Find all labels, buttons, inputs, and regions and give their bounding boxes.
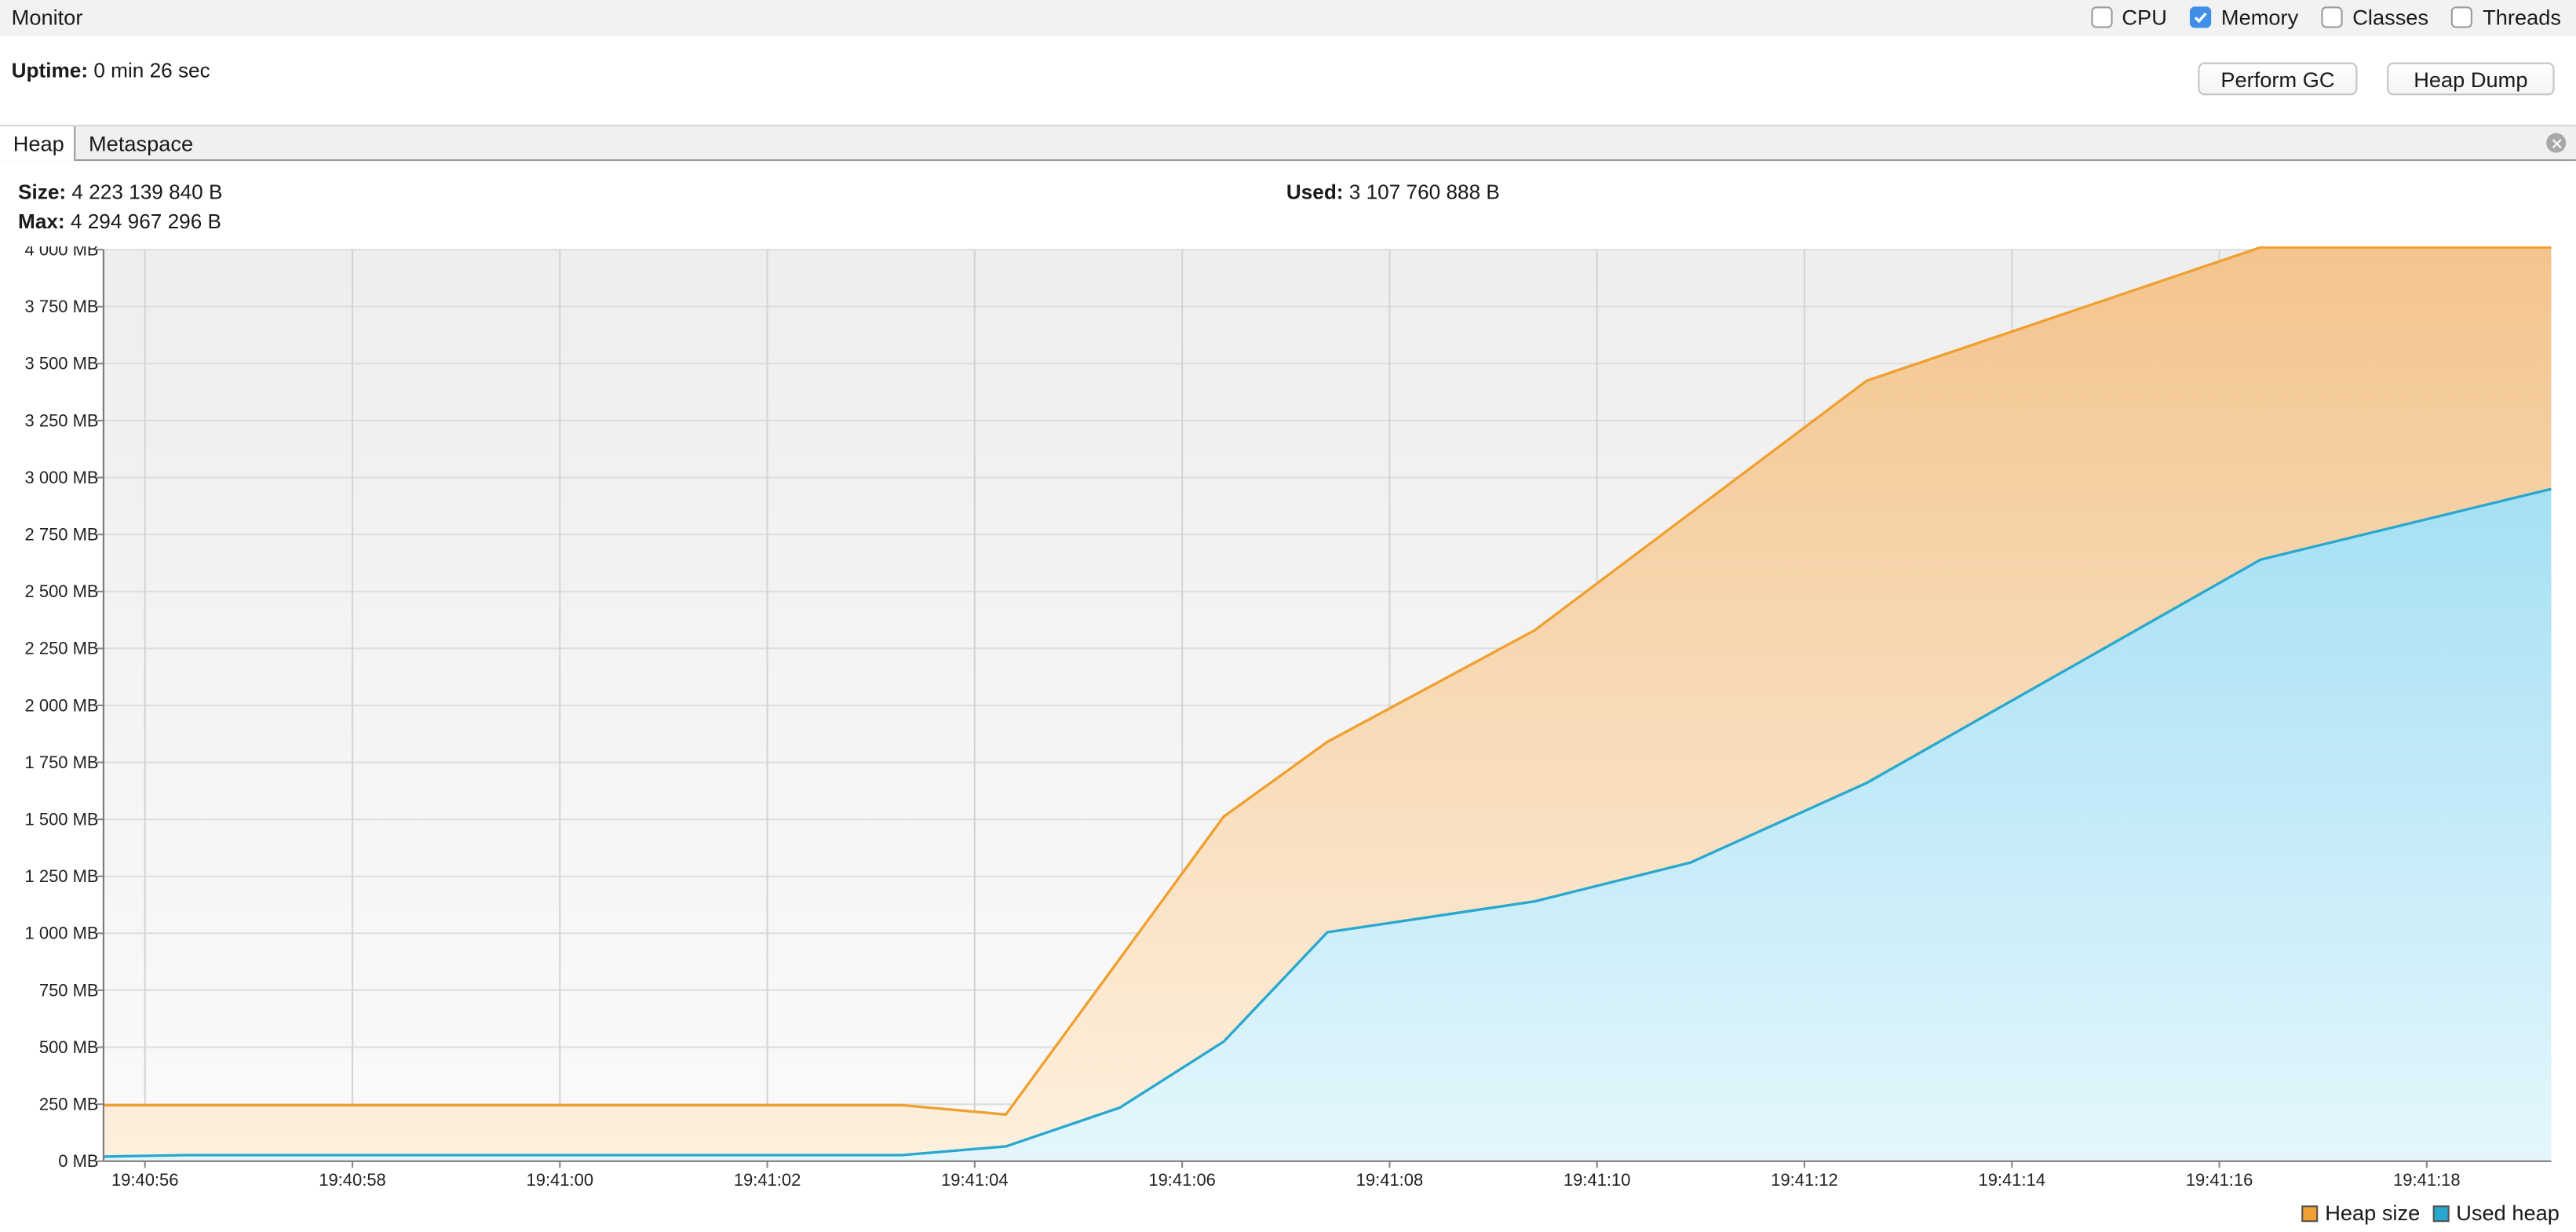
uptime: Uptime: 0 min 26 sec	[12, 59, 210, 82]
heap-dump-button[interactable]: Heap Dump	[2387, 62, 2555, 96]
size-label: Size:	[18, 180, 67, 204]
y-tick-label: 2 250 MB	[25, 639, 99, 658]
y-tick-label: 3 250 MB	[25, 410, 99, 430]
max-value: 4 294 967 296 B	[70, 210, 221, 234]
x-tick-label: 19:40:58	[319, 1170, 386, 1190]
y-tick-label: 3 750 MB	[25, 297, 99, 316]
heap-size-swatch-icon	[2301, 1205, 2319, 1222]
tab-metaspace[interactable]: Metaspace	[75, 126, 206, 161]
checkbox-box-icon[interactable]	[2451, 6, 2473, 28]
legend-used-heap: Used heap	[2432, 1200, 2560, 1226]
monitor-panel: Monitor CPU Memory Classes Threads Uptim…	[0, 0, 2576, 1232]
y-tick-label: 1 000 MB	[25, 924, 99, 943]
perform-gc-button[interactable]: Perform GC	[2198, 62, 2358, 96]
uptime-label: Uptime:	[11, 59, 89, 82]
y-tick-label: 0 MB	[58, 1151, 98, 1171]
heap-max-stat: Max: 4 294 967 296 B	[18, 210, 221, 233]
x-tick-label: 19:41:02	[734, 1170, 801, 1190]
y-tick-label: 2 750 MB	[25, 524, 99, 544]
legend-heap-size: Heap size	[2301, 1200, 2421, 1226]
x-tick-label: 19:41:10	[1563, 1170, 1631, 1190]
used-value: 3 107 760 888 B	[1348, 180, 1500, 204]
size-value: 4 223 139 840 B	[71, 180, 223, 204]
heap-chart: 0 MB 250 MB 500 MB 750 MB 1 000 MB 1 250 MB 1 …	[25, 246, 2552, 1190]
threads-checkbox[interactable]: Threads	[2451, 5, 2561, 30]
heap-used-stat: Used: 3 107 760 888 B	[1286, 180, 1500, 203]
chart-toggles: CPU Memory Classes Threads	[2090, 5, 2561, 30]
classes-checkbox[interactable]: Classes	[2321, 5, 2429, 30]
y-tick-label: 1 500 MB	[25, 809, 99, 829]
y-tick-label: 2 000 MB	[25, 695, 99, 715]
used-heap-swatch-icon	[2432, 1205, 2450, 1222]
tab-heap[interactable]: Heap	[0, 126, 76, 162]
window-title: Monitor	[11, 5, 83, 30]
max-label: Max:	[18, 210, 65, 234]
used-label: Used:	[1286, 180, 1344, 204]
close-icon[interactable]	[2546, 133, 2567, 153]
chart-legend: Heap size Used heap	[2301, 1200, 2560, 1226]
cpu-checkbox-label: CPU	[2122, 5, 2167, 30]
y-tick-label: 2 500 MB	[25, 581, 99, 601]
memory-checkbox-label: Memory	[2220, 5, 2299, 30]
y-tick-label: 250 MB	[39, 1094, 99, 1114]
title-bar: Monitor CPU Memory Classes Threads	[0, 0, 2576, 37]
y-tick-label: 4 000 MB	[25, 246, 99, 260]
y-tick-label: 750 MB	[39, 980, 99, 1000]
y-tick-label: 1 750 MB	[25, 753, 99, 772]
x-tick-label: 19:41:18	[2393, 1170, 2461, 1190]
x-tick-label: 19:41:06	[1148, 1170, 1216, 1190]
tab-bar: Heap Metaspace	[0, 125, 2576, 162]
checkbox-box-icon[interactable]	[2190, 6, 2212, 28]
x-tick-label: 19:41:14	[1979, 1170, 2046, 1190]
legend-heap-size-label: Heap size	[2325, 1200, 2421, 1226]
checkbox-box-icon[interactable]	[2090, 6, 2112, 28]
x-tick-label: 19:41:16	[2186, 1170, 2253, 1190]
x-tick-label: 19:40:56	[111, 1170, 179, 1190]
heap-size-stat: Size: 4 223 139 840 B	[18, 180, 222, 203]
x-tick-label: 19:41:08	[1356, 1170, 1424, 1190]
legend-used-heap-label: Used heap	[2456, 1200, 2560, 1226]
classes-checkbox-label: Classes	[2352, 5, 2429, 30]
threads-checkbox-label: Threads	[2483, 5, 2561, 30]
x-tick-label: 19:41:00	[527, 1170, 594, 1190]
y-tick-label: 500 MB	[39, 1037, 99, 1057]
cpu-checkbox[interactable]: CPU	[2090, 5, 2167, 30]
x-tick-label: 19:41:12	[1771, 1170, 1838, 1190]
checkbox-box-icon[interactable]	[2321, 6, 2343, 28]
uptime-value: 0 min 26 sec	[93, 59, 210, 82]
x-tick-label: 19:41:04	[941, 1170, 1009, 1190]
y-tick-label: 1 250 MB	[25, 866, 99, 886]
y-tick-label: 3 500 MB	[25, 354, 99, 374]
y-tick-label: 3 000 MB	[25, 468, 99, 487]
memory-checkbox[interactable]: Memory	[2190, 5, 2299, 30]
